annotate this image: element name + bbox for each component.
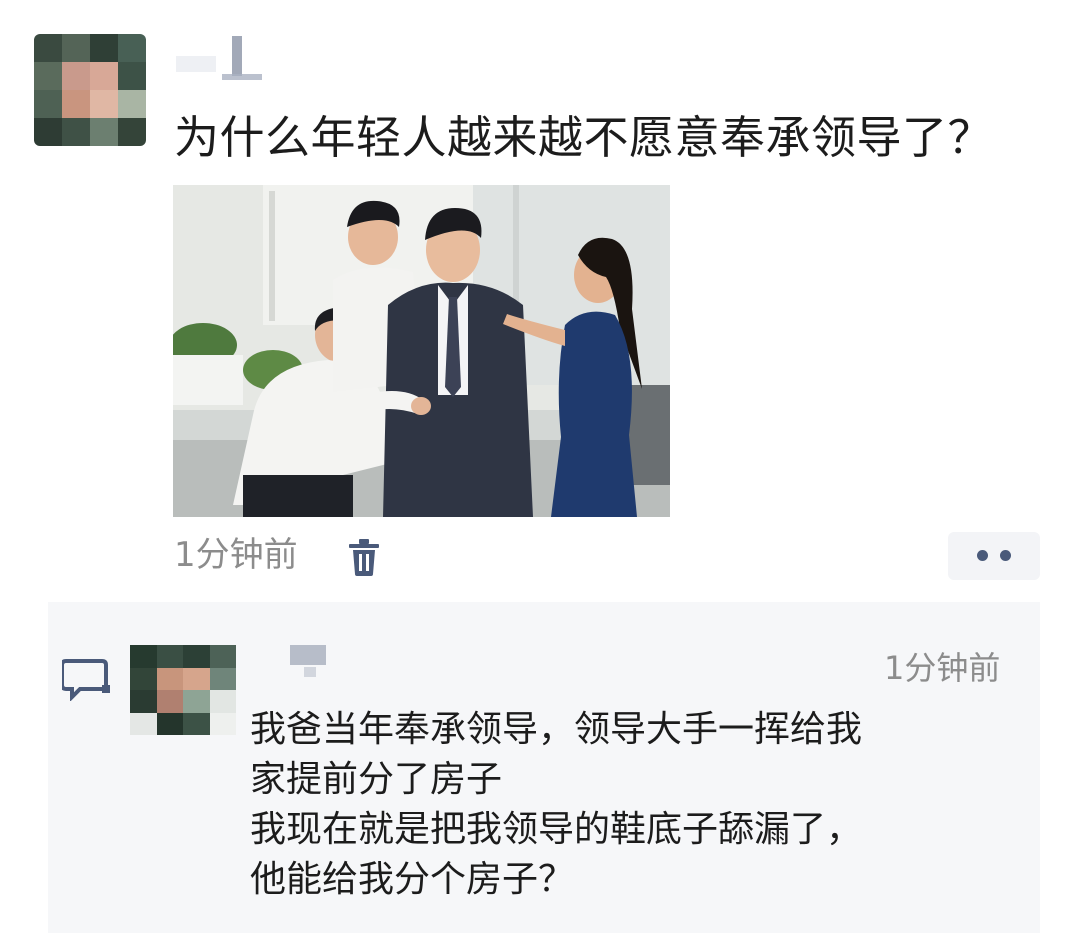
comment-author-name-blurred[interactable] xyxy=(290,645,330,681)
comment-line: 我爸当年奉承领导，领导大手一挥给我 xyxy=(250,709,863,750)
trash-icon[interactable] xyxy=(346,537,382,577)
post-text: 为什么年轻人越来越不愿意奉承领导了？ xyxy=(174,111,994,164)
comment-avatar[interactable] xyxy=(130,645,236,735)
more-dots-icon xyxy=(977,550,988,561)
comment-line: 我现在就是把我领导的鞋底子舔漏了， xyxy=(250,809,863,850)
comment-text: 我爸当年奉承领导，领导大手一挥给我 家提前分了房子 我现在就是把我领导的鞋底子舔… xyxy=(250,705,1020,905)
office-photo-illustration xyxy=(173,185,670,517)
comment-timestamp: 1分钟前 xyxy=(884,649,1001,687)
post-avatar[interactable] xyxy=(34,34,146,146)
comment-line: 他能给我分个房子？ xyxy=(250,859,575,900)
more-dots-icon xyxy=(1000,550,1011,561)
post-timestamp: 1分钟前 xyxy=(174,535,298,575)
more-button[interactable] xyxy=(948,532,1040,580)
post-photo[interactable] xyxy=(173,185,670,517)
moments-feed: 为什么年轻人越来越不愿意奉承领导了？ 1分钟前 1分钟前 我爸当年奉承领导，领导… xyxy=(0,0,1080,933)
comment-line: 家提前分了房子 xyxy=(250,759,503,800)
post-author-name-blurred[interactable] xyxy=(176,36,268,82)
comment-bubble-icon xyxy=(62,659,110,701)
